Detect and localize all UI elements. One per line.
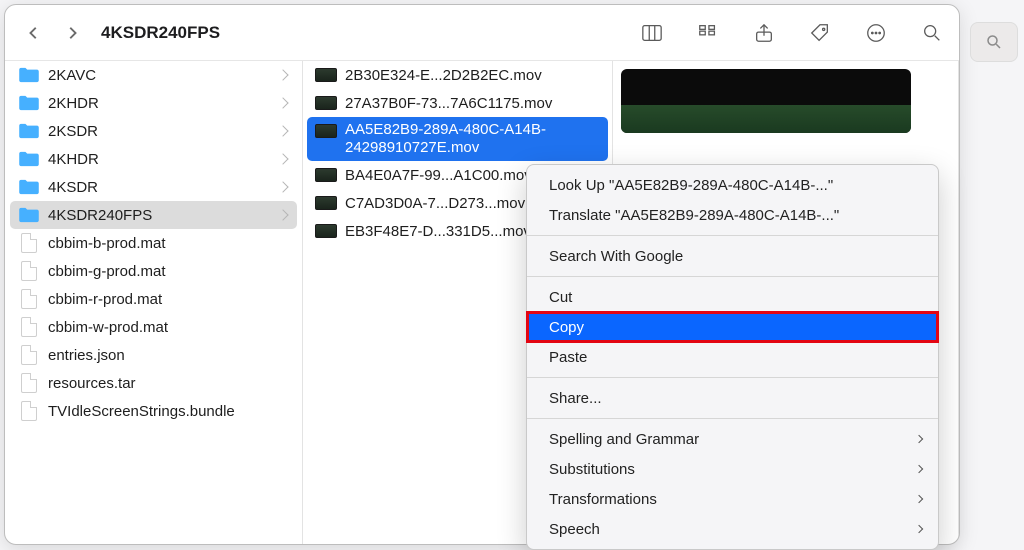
external-search-button[interactable] — [970, 22, 1018, 62]
ctx-separator — [527, 377, 938, 378]
view-columns-icon[interactable] — [639, 20, 665, 46]
file-icon — [18, 317, 40, 337]
file-item[interactable]: AA5E82B9-289A-480C-A14B-24298910727E.mov — [307, 117, 608, 161]
chevron-right-icon — [915, 465, 923, 473]
chevron-right-icon — [277, 153, 288, 164]
sidebar-item[interactable]: 2KHDR — [10, 89, 297, 117]
file-label: AA5E82B9-289A-480C-A14B-24298910727E.mov — [345, 121, 598, 157]
sidebar-item[interactable]: cbbim-b-prod.mat — [10, 229, 297, 257]
ctx-spelling[interactable]: Spelling and Grammar — [527, 424, 938, 454]
ctx-paste[interactable]: Paste — [527, 342, 938, 372]
ctx-label: Transformations — [549, 491, 657, 508]
video-file-icon — [315, 221, 337, 241]
video-file-icon — [315, 93, 337, 113]
chevron-right-icon — [277, 125, 288, 136]
item-label: cbbim-b-prod.mat — [48, 235, 287, 252]
window-title: 4KSDR240FPS — [101, 23, 220, 43]
file-item[interactable]: 27A37B0F-73...7A6C1175.mov — [307, 89, 608, 117]
file-icon — [18, 261, 40, 281]
video-file-icon — [315, 121, 337, 141]
item-label: TVIdleScreenStrings.bundle — [48, 403, 287, 420]
ctx-substitutions[interactable]: Substitutions — [527, 454, 938, 484]
item-label: 4KSDR240FPS — [48, 207, 279, 224]
file-icon — [18, 373, 40, 393]
item-label: 4KHDR — [48, 151, 279, 168]
sidebar-item[interactable]: 4KHDR — [10, 145, 297, 173]
ctx-cut[interactable]: Cut — [527, 282, 938, 312]
ctx-separator — [527, 418, 938, 419]
ctx-separator — [527, 276, 938, 277]
more-icon[interactable] — [863, 20, 889, 46]
back-button[interactable] — [19, 18, 49, 48]
folder-icon — [18, 205, 40, 225]
ctx-translate[interactable]: Translate "AA5E82B9-289A-480C-A14B-..." — [527, 200, 938, 230]
ctx-separator — [527, 235, 938, 236]
chevron-right-icon — [277, 97, 288, 108]
sidebar-item[interactable]: entries.json — [10, 341, 297, 369]
sidebar-item[interactable]: resources.tar — [10, 369, 297, 397]
sidebar-item[interactable]: 2KSDR — [10, 117, 297, 145]
sidebar-item[interactable]: 2KAVC — [10, 61, 297, 89]
sidebar-item[interactable]: 4KSDR — [10, 173, 297, 201]
chevron-right-icon — [277, 181, 288, 192]
folder-icon — [18, 149, 40, 169]
sidebar-item[interactable]: cbbim-w-prod.mat — [10, 313, 297, 341]
item-label: 2KHDR — [48, 95, 279, 112]
chevron-right-icon — [915, 525, 923, 533]
ctx-label: Substitutions — [549, 461, 635, 478]
file-icon — [18, 289, 40, 309]
chevron-right-icon — [915, 495, 923, 503]
ctx-label: Spelling and Grammar — [549, 431, 699, 448]
ctx-copy[interactable]: Copy — [527, 312, 938, 342]
chevron-right-icon — [277, 69, 288, 80]
file-icon — [18, 345, 40, 365]
ctx-label: Speech — [549, 521, 600, 538]
group-by-icon[interactable] — [695, 20, 721, 46]
tag-icon[interactable] — [807, 20, 833, 46]
file-label: 27A37B0F-73...7A6C1175.mov — [345, 95, 598, 112]
folder-icon — [18, 121, 40, 141]
toolbar: 4KSDR240FPS — [5, 5, 959, 61]
sidebar-item[interactable]: 4KSDR240FPS — [10, 201, 297, 229]
share-icon[interactable] — [751, 20, 777, 46]
ctx-transformations[interactable]: Transformations — [527, 484, 938, 514]
item-label: cbbim-w-prod.mat — [48, 319, 287, 336]
ctx-search-google[interactable]: Search With Google — [527, 241, 938, 271]
sidebar-item[interactable]: cbbim-r-prod.mat — [10, 285, 297, 313]
item-label: 2KSDR — [48, 123, 279, 140]
video-file-icon — [315, 193, 337, 213]
file-icon — [18, 233, 40, 253]
video-file-icon — [315, 165, 337, 185]
folder-icon — [18, 177, 40, 197]
video-file-icon — [315, 65, 337, 85]
file-icon — [18, 401, 40, 421]
sidebar-item[interactable]: TVIdleScreenStrings.bundle — [10, 397, 297, 425]
file-item[interactable]: 2B30E324-E...2D2B2EC.mov — [307, 61, 608, 89]
sidebar-column: 2KAVC 2KHDR 2KSDR 4KHDR 4KSDR 4KSDR240FPS cbbi… — [5, 61, 303, 544]
search-icon[interactable] — [919, 20, 945, 46]
forward-button[interactable] — [57, 18, 87, 48]
preview-thumbnail — [621, 69, 911, 133]
item-label: 2KAVC — [48, 67, 279, 84]
chevron-right-icon — [277, 209, 288, 220]
chevron-right-icon — [915, 435, 923, 443]
item-label: 4KSDR — [48, 179, 279, 196]
item-label: entries.json — [48, 347, 287, 364]
ctx-share[interactable]: Share... — [527, 383, 938, 413]
folder-icon — [18, 65, 40, 85]
ctx-lookup[interactable]: Look Up "AA5E82B9-289A-480C-A14B-..." — [527, 170, 938, 200]
file-label: 2B30E324-E...2D2B2EC.mov — [345, 67, 598, 84]
item-label: resources.tar — [48, 375, 287, 392]
item-label: cbbim-r-prod.mat — [48, 291, 287, 308]
ctx-speech[interactable]: Speech — [527, 514, 938, 544]
folder-icon — [18, 93, 40, 113]
context-menu: Look Up "AA5E82B9-289A-480C-A14B-..." Tr… — [526, 164, 939, 550]
sidebar-item[interactable]: cbbim-g-prod.mat — [10, 257, 297, 285]
item-label: cbbim-g-prod.mat — [48, 263, 287, 280]
